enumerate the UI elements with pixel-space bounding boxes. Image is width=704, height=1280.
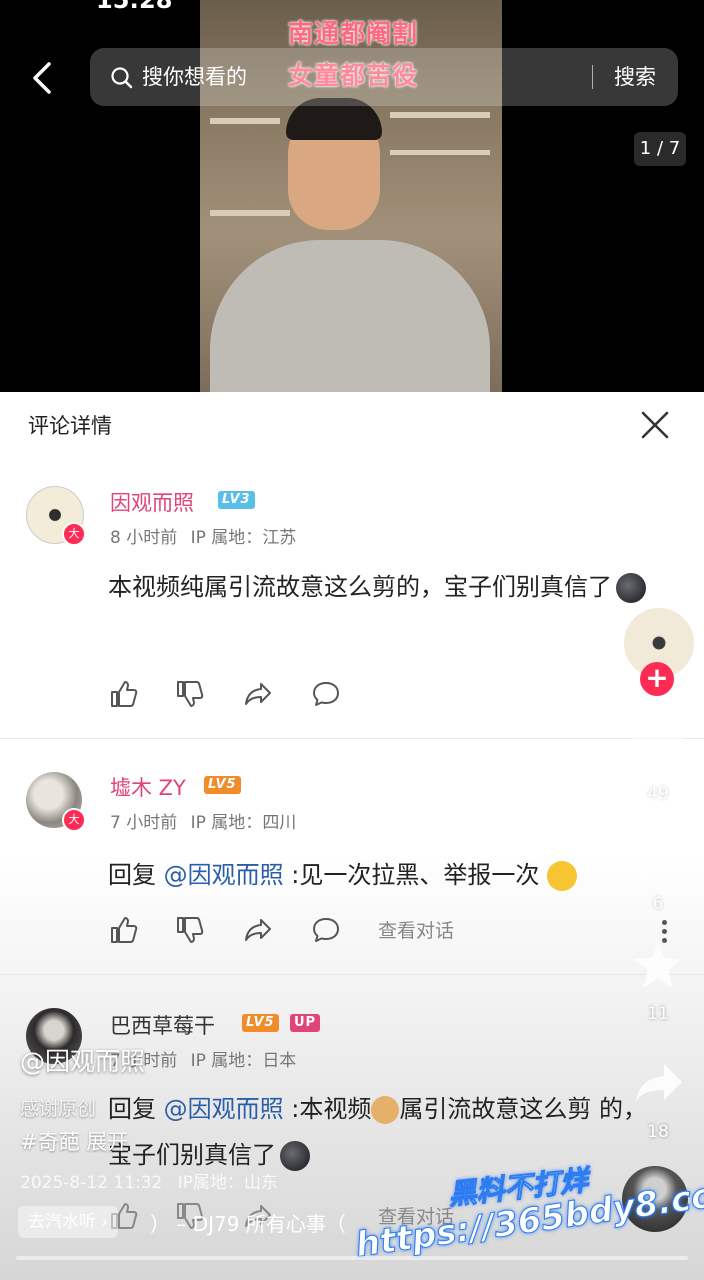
search-bar[interactable]: 搜你想看的 搜索 bbox=[90, 48, 678, 106]
divider bbox=[0, 974, 704, 975]
mention-link[interactable]: @因观而照 bbox=[164, 1095, 284, 1123]
page-indicator: 1 / 7 bbox=[634, 132, 686, 166]
avatar-badge: 大 bbox=[62, 522, 86, 546]
search-icon bbox=[111, 67, 133, 89]
comment-text: 本视频纯属引流故意这么剪的，宝子们别真信了 bbox=[108, 564, 668, 610]
thumb-down-icon[interactable] bbox=[174, 914, 206, 946]
comment-body: 本视频纯属引流故意这么剪的，宝子们别真信了 bbox=[108, 573, 612, 601]
ip-label: IP 属地： bbox=[190, 528, 263, 548]
video-author[interactable]: @因观而照 bbox=[20, 1042, 145, 1078]
dog-emoji-icon bbox=[371, 1096, 400, 1124]
heart-icon[interactable] bbox=[630, 720, 686, 772]
shelf bbox=[390, 150, 490, 155]
back-button[interactable] bbox=[22, 58, 62, 98]
ip-location: 日本 bbox=[262, 1051, 297, 1071]
comment-body: :见一次拉黑、举报一次 bbox=[291, 861, 540, 889]
chevron-left-icon bbox=[33, 62, 51, 94]
video-date: 2025-8-12 11:32 IP属地：山东 bbox=[20, 1168, 278, 1193]
ip-location: 四川 bbox=[262, 813, 297, 833]
shelf bbox=[210, 118, 280, 124]
close-button[interactable] bbox=[636, 406, 674, 444]
search-button[interactable]: 搜索 bbox=[604, 48, 666, 106]
ip-label: IP 属地： bbox=[190, 813, 263, 833]
mention-link[interactable]: @因观而照 bbox=[164, 861, 284, 889]
reply-prefix: 回复 bbox=[108, 1095, 156, 1123]
shelf bbox=[390, 112, 490, 118]
dark-moon-emoji-icon bbox=[280, 1141, 310, 1171]
level-badge: LV3 bbox=[218, 491, 255, 509]
comment-username[interactable]: 因观而照 bbox=[110, 487, 194, 517]
video-description: 感谢原创 bbox=[20, 1098, 97, 1120]
share-arrow-icon[interactable] bbox=[634, 1060, 684, 1106]
music-pill-button[interactable]: 去汽水听 › bbox=[18, 1206, 119, 1238]
comment-icon[interactable] bbox=[632, 832, 684, 880]
thumb-down-icon[interactable] bbox=[174, 678, 206, 710]
level-badge: LV5 bbox=[204, 776, 241, 794]
music-title[interactable]: ） – DJ79 所有心事（ bbox=[150, 1208, 346, 1237]
shelf bbox=[210, 210, 290, 216]
video-area[interactable]: 15:28 南通都阉割 女童都苦役 搜你想看的 搜索 1 / 7 bbox=[0, 0, 704, 392]
share-count: 18 bbox=[647, 1122, 669, 1142]
comment-body-part2: 属引流故意这么剪 bbox=[399, 1095, 592, 1123]
share-icon[interactable] bbox=[242, 678, 274, 710]
comment-meta: 8 小时前 IP 属地：江苏 bbox=[110, 523, 296, 548]
comment-time: 8 小时前 bbox=[110, 528, 178, 548]
level-badge: LV5 bbox=[242, 1014, 279, 1032]
thumb-up-icon[interactable] bbox=[108, 678, 140, 710]
comment-time: 7 小时前 bbox=[110, 813, 178, 833]
ip-location: 江苏 bbox=[262, 528, 297, 548]
share-icon[interactable] bbox=[242, 914, 274, 946]
video-ip: IP属地：山东 bbox=[177, 1173, 279, 1193]
comment-body-part1: :本视频 bbox=[291, 1095, 372, 1123]
avatar-badge: 大 bbox=[62, 808, 86, 832]
screaming-face-emoji-icon bbox=[547, 861, 578, 891]
video-tags[interactable]: #奇葩 展开 bbox=[20, 1126, 128, 1156]
search-divider bbox=[592, 65, 593, 89]
panel-title: 评论详情 bbox=[28, 414, 112, 438]
comment-text: 回复 @因观而照 :见一次拉黑、举报一次 bbox=[108, 852, 668, 898]
reply-prefix: 回复 bbox=[108, 861, 156, 889]
comment-username[interactable]: 巴西草莓干 bbox=[110, 1010, 215, 1040]
ip-label: IP 属地： bbox=[190, 1051, 263, 1071]
thumb-up-icon[interactable] bbox=[108, 914, 140, 946]
person-body bbox=[210, 240, 490, 392]
comment-bubble-icon[interactable] bbox=[310, 678, 342, 710]
status-time: 15:28 bbox=[96, 0, 173, 14]
up-badge: UP bbox=[290, 1014, 321, 1032]
view-conversation-link[interactable]: 查看对话 bbox=[378, 916, 454, 943]
video-date-text: 2025-8-12 11:32 bbox=[20, 1173, 163, 1193]
comment-bubble-icon[interactable] bbox=[310, 914, 342, 946]
close-icon bbox=[641, 411, 669, 439]
search-input[interactable]: 搜你想看的 bbox=[142, 48, 442, 106]
home-indicator bbox=[16, 1256, 688, 1260]
star-icon[interactable] bbox=[632, 940, 684, 990]
comment-meta: 7 小时前 IP 属地：四川 bbox=[110, 808, 296, 833]
comment-username[interactable]: 墟木 ZY bbox=[110, 772, 186, 802]
divider bbox=[0, 738, 704, 739]
video-overlay-title-1: 南通都阉割 bbox=[287, 19, 418, 48]
follow-button[interactable]: + bbox=[640, 662, 674, 696]
like-count: 49 bbox=[647, 784, 669, 804]
dark-moon-emoji-icon bbox=[616, 573, 646, 603]
favorite-count: 11 bbox=[647, 1004, 669, 1024]
comment-count: 6 bbox=[652, 894, 664, 914]
